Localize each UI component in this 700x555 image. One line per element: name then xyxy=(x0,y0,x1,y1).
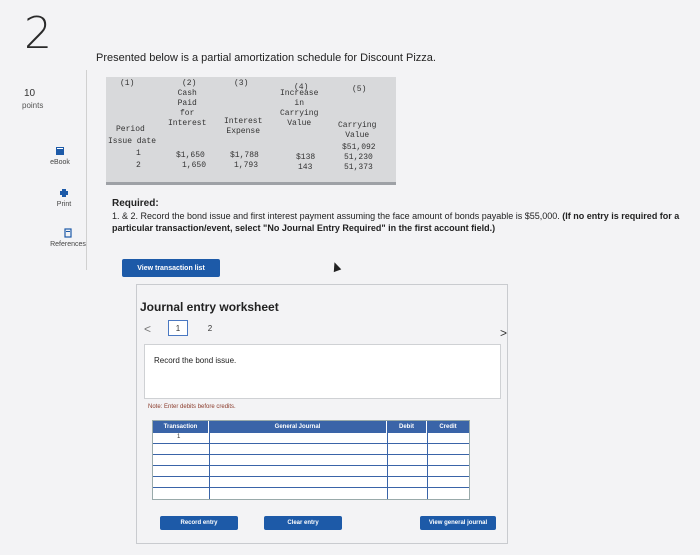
table-row[interactable] xyxy=(153,454,469,465)
row1-interest: $1,788 xyxy=(230,151,259,160)
entry-note: Note: Enter debits before credits. xyxy=(148,404,236,410)
instruction-text: Record the bond issue. xyxy=(154,356,237,365)
required-text: 1. & 2. Record the bond issue and first … xyxy=(112,211,560,221)
header-carrying-value: Carrying Value xyxy=(338,121,377,140)
points-value: 10 xyxy=(24,88,36,99)
row1-carrying: 51,230 xyxy=(344,153,373,162)
issue-date-carrying: $51,092 xyxy=(342,143,376,152)
references-icon xyxy=(64,228,72,238)
transaction-number: 1 xyxy=(177,434,181,440)
next-page-button[interactable]: > xyxy=(500,326,507,340)
col-number-1: (1) xyxy=(120,79,135,88)
page-tab-2[interactable]: 2 xyxy=(200,320,220,336)
required-body: 1. & 2. Record the bond issue and first … xyxy=(112,210,682,234)
sidebar-item-label: References xyxy=(50,241,86,248)
col-number-5: (5) xyxy=(352,85,367,94)
record-entry-button[interactable]: Record entry xyxy=(160,516,238,530)
points-label: points xyxy=(22,101,44,110)
sidebar-item-print[interactable]: Print xyxy=(36,188,92,208)
amortization-schedule: (1) (2) (3) (4) (5) Cash Paid for Intere… xyxy=(106,77,396,185)
question-intro: Presented below is a partial amortizatio… xyxy=(96,52,436,64)
mouse-cursor-icon xyxy=(330,260,342,273)
instruction-box xyxy=(144,344,501,399)
page: 2 10 points eBook Print References Prese… xyxy=(0,0,700,555)
view-transaction-list-button[interactable]: View transaction list xyxy=(122,259,220,277)
row2-increase: 143 xyxy=(298,163,313,172)
table-row[interactable] xyxy=(153,465,469,476)
sidebar-item-references[interactable]: References xyxy=(40,228,96,248)
row1-period: 1 xyxy=(136,149,141,158)
sidebar-item-label: Print xyxy=(56,201,72,208)
issue-date-label: Issue date xyxy=(108,137,157,146)
print-icon xyxy=(60,189,68,197)
col-header-transaction: Transaction xyxy=(153,421,209,433)
clear-entry-button[interactable]: Clear entry xyxy=(264,516,342,530)
col-header-general-journal: General Journal xyxy=(209,421,387,433)
prev-page-button[interactable]: < xyxy=(144,322,151,336)
col-divider xyxy=(387,433,388,499)
col-divider xyxy=(427,433,428,499)
required-title: Required: xyxy=(112,198,159,209)
col-number-2: (2) xyxy=(182,79,197,88)
row1-increase: $138 xyxy=(296,153,316,162)
sidebar-item-ebook[interactable]: eBook xyxy=(32,146,88,166)
view-general-journal-button[interactable]: View general journal xyxy=(420,516,496,530)
col-number-3: (3) xyxy=(234,79,249,88)
question-number: 2 xyxy=(24,8,52,59)
header-period: Period xyxy=(116,125,145,134)
page-tab-1[interactable]: 1 xyxy=(168,320,188,336)
header-interest-expense: Interest Expense xyxy=(224,117,263,136)
header-cash-paid: Cash Paid for Interest xyxy=(168,89,207,128)
col-header-credit: Credit xyxy=(427,421,469,433)
sidebar-item-label: eBook xyxy=(50,159,70,166)
journal-table: Transaction General Journal Debit Credit… xyxy=(152,420,470,500)
row2-period: 2 xyxy=(136,161,141,170)
col-header-debit: Debit xyxy=(387,421,427,433)
worksheet-title: Journal entry worksheet xyxy=(140,300,279,314)
col-divider xyxy=(209,433,210,499)
journal-entry-worksheet xyxy=(136,284,508,544)
table-row[interactable] xyxy=(153,487,469,498)
row2-interest: 1,793 xyxy=(234,161,259,170)
row2-carrying: 51,373 xyxy=(344,163,373,172)
row1-cash: $1,650 xyxy=(176,151,205,160)
ebook-icon xyxy=(56,147,64,155)
table-row[interactable] xyxy=(153,443,469,454)
header-increase: Increase in Carrying Value xyxy=(280,89,319,128)
table-row[interactable] xyxy=(153,476,469,487)
row2-cash: 1,650 xyxy=(182,161,207,170)
